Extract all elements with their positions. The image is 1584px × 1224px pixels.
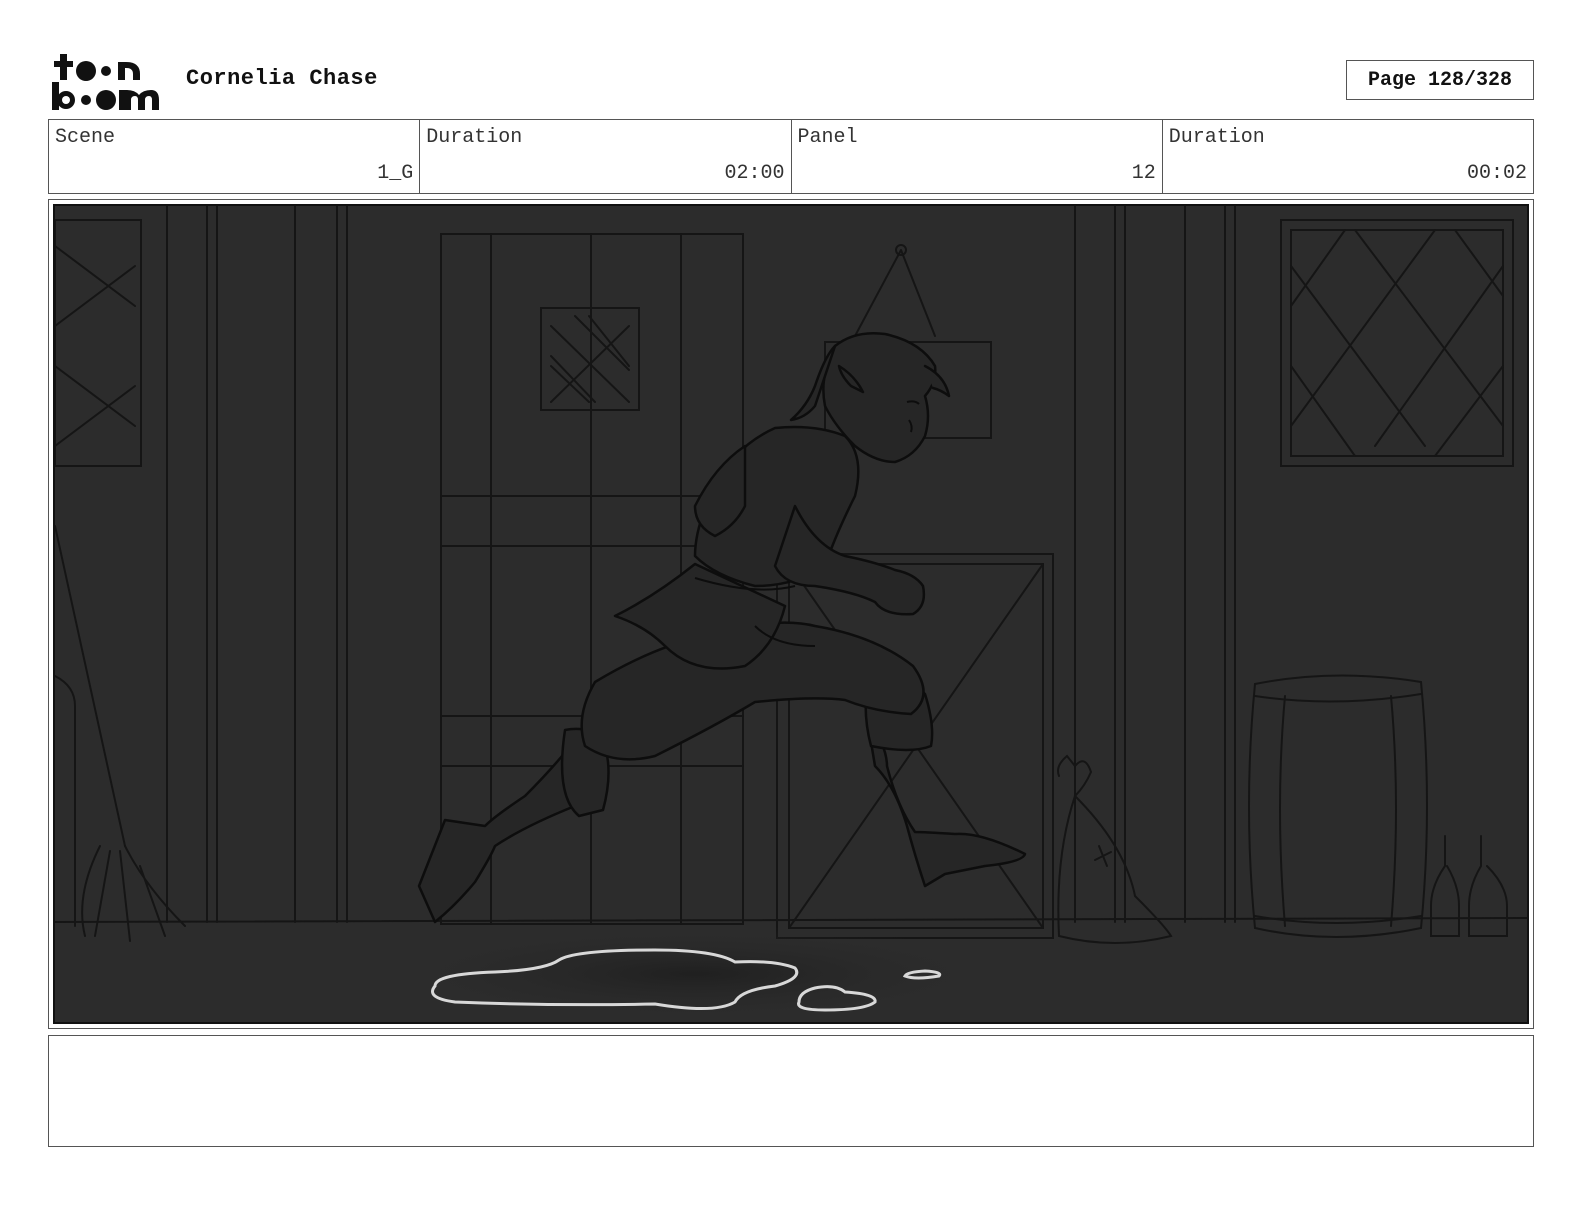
scene-duration-label: Duration bbox=[426, 126, 523, 149]
panel-duration-label: Duration bbox=[1168, 126, 1265, 149]
panel-value: 12 bbox=[1131, 162, 1156, 185]
panel-duration-value: 00:02 bbox=[1466, 162, 1527, 185]
page-number: Page 128/328 bbox=[1346, 60, 1534, 100]
scene-duration-value: 02:00 bbox=[724, 162, 785, 185]
panel-sketch bbox=[55, 206, 1527, 1022]
panel-cell: Panel 12 bbox=[792, 120, 1163, 193]
notes-area bbox=[48, 1035, 1534, 1147]
panel-drawing-area bbox=[53, 204, 1529, 1024]
scene-value: 1_G bbox=[377, 162, 414, 185]
scene-duration-cell: Duration 02:00 bbox=[420, 120, 792, 193]
scene-label: Scene bbox=[55, 126, 116, 149]
scene-info-table: Scene 1_G Duration 02:00 Panel 12 Durati… bbox=[48, 119, 1534, 194]
panel-duration-cell: Duration 00:02 bbox=[1163, 120, 1533, 193]
storyboard-panel bbox=[48, 199, 1534, 1029]
panel-label: Panel bbox=[797, 126, 858, 149]
project-title: Cornelia Chase bbox=[186, 66, 378, 91]
toon-boom-logo bbox=[52, 54, 159, 110]
scene-cell: Scene 1_G bbox=[49, 120, 421, 193]
